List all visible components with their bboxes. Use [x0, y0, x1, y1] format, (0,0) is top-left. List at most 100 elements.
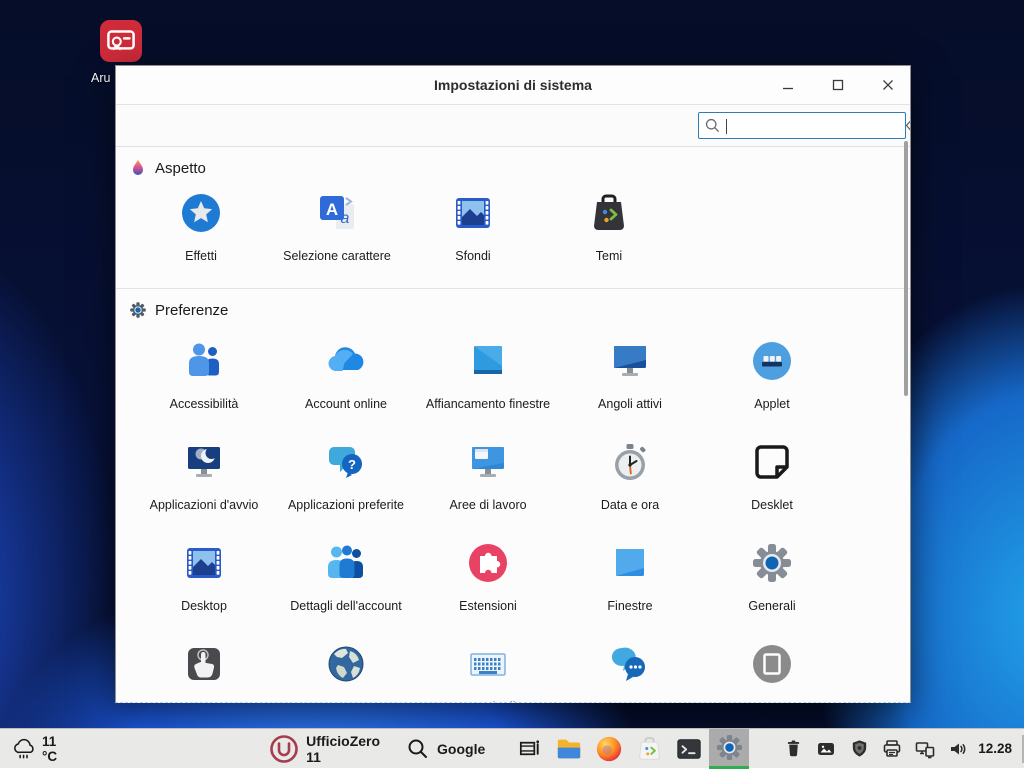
online-accounts-icon: [324, 339, 368, 383]
tile-label: Account online: [305, 388, 387, 420]
tile-themes[interactable]: Temi: [541, 191, 677, 272]
search-box[interactable]: [698, 112, 906, 139]
tile-label: Aree di lavoro: [449, 489, 526, 521]
tile-gestures[interactable]: [133, 642, 275, 703]
tile-label: Accessibilità: [170, 388, 239, 420]
trash-icon[interactable]: [781, 737, 805, 761]
tile-preferred-apps[interactable]: ?Applicazioni preferite: [275, 440, 417, 521]
input-method-icon: [466, 642, 510, 686]
menu-label: UfficioZero 11: [306, 733, 380, 765]
tile-accessibility[interactable]: Accessibilità: [133, 339, 275, 420]
color-droplet-icon: [129, 159, 147, 177]
taskbar-app-firefox[interactable]: [589, 729, 629, 769]
tile-input-method[interactable]: Metodo di: [417, 642, 559, 703]
search-icon: [704, 117, 721, 134]
languages-icon: [324, 642, 368, 686]
themes-icon: [587, 191, 631, 235]
account-details-icon: [324, 541, 368, 585]
image-viewer-icon[interactable]: [814, 737, 838, 761]
tile-grid-aspetto: Effetti aA Selezione carattere Sfondi Temi: [116, 191, 910, 272]
screensaver-icon: [750, 642, 794, 686]
tile-label: Desktop: [181, 590, 227, 622]
tile-font-select[interactable]: aA Selezione carattere: [269, 191, 405, 272]
applets-icon: [750, 339, 794, 383]
preferred-apps-icon: ?: [324, 440, 368, 484]
workspaces-icon: [466, 440, 510, 484]
tile-workspaces[interactable]: Aree di lavoro: [417, 440, 559, 521]
security-shield-icon[interactable]: [847, 737, 871, 761]
window-controls: [776, 66, 900, 104]
tile-label: Estensioni: [459, 590, 517, 622]
taskbar: 11 °C UfficioZero 11 Google 12.28: [0, 728, 1024, 768]
tile-notifications[interactable]: [559, 642, 701, 703]
tile-effects[interactable]: Effetti: [133, 191, 269, 272]
volume-icon[interactable]: [946, 737, 970, 761]
section-title: Preferenze: [155, 302, 228, 319]
section-header-aspetto: Aspetto: [129, 157, 910, 179]
tile-startup-apps[interactable]: Applicazioni d'avvio: [133, 440, 275, 521]
window-tiling-icon: [466, 339, 510, 383]
date-time-icon: [608, 440, 652, 484]
windows-icon: [608, 541, 652, 585]
titlebar[interactable]: Impostazioni di sistema: [116, 66, 910, 105]
font-select-icon: aA: [315, 191, 359, 235]
tile-label: Applicazioni d'avvio: [150, 489, 259, 521]
notifications-icon: [608, 642, 652, 686]
svg-text:?: ?: [348, 457, 356, 472]
tile-general[interactable]: Generali: [701, 541, 843, 622]
tile-label: Angoli attivi: [598, 388, 662, 420]
tile-label: Dettagli dell'account: [290, 590, 401, 622]
tile-label: Effetti: [185, 240, 217, 272]
tile-applets[interactable]: Applet: [701, 339, 843, 420]
section-title: Aspetto: [155, 160, 206, 177]
ufficiozero-logo-icon: [269, 734, 299, 764]
taskbar-app-terminal[interactable]: [669, 729, 709, 769]
maximize-button[interactable]: [826, 73, 850, 97]
tile-grid-preferenze: Accessibilità Account online Affiancamento…: [116, 339, 910, 703]
taskbar-app-workspace-switcher[interactable]: [509, 729, 549, 769]
startup-apps-icon: [182, 440, 226, 484]
tile-screensaver[interactable]: [701, 642, 843, 703]
settings-content: Aspetto Effetti aA Selezione carattere Sfond…: [116, 157, 910, 703]
taskbar-search-label: Google: [437, 741, 485, 757]
taskbar-app-file-manager[interactable]: [549, 729, 589, 769]
tile-label: Sfondi: [455, 240, 490, 272]
effects-icon: [179, 191, 223, 235]
tile-desktop[interactable]: Desktop: [133, 541, 275, 622]
backgrounds-icon: [451, 191, 495, 235]
tile-windows[interactable]: Finestre: [559, 541, 701, 622]
tile-account-details[interactable]: Dettagli dell'account: [275, 541, 417, 622]
aruba-key-icon: [100, 20, 142, 62]
taskbar-app-launchers: [509, 729, 749, 769]
window-title: Impostazioni di sistema: [434, 77, 592, 93]
rain-cloud-icon: [12, 737, 36, 761]
close-button[interactable]: [876, 73, 900, 97]
printer-icon[interactable]: [880, 737, 904, 761]
tile-date-time[interactable]: Data e ora: [559, 440, 701, 521]
taskbar-app-system-settings[interactable]: [709, 729, 749, 769]
weather-temp: 11 °C: [42, 734, 57, 764]
clear-search-icon[interactable]: [905, 118, 911, 133]
weather-applet[interactable]: 11 °C: [12, 734, 57, 764]
text-caret: [726, 119, 727, 134]
tile-hot-corners[interactable]: Angoli attivi: [559, 339, 701, 420]
tile-window-tiling[interactable]: Affiancamento finestre: [417, 339, 559, 420]
desklets-icon: [750, 440, 794, 484]
tile-label: Selezione carattere: [283, 240, 391, 272]
tile-desklets[interactable]: Desklet: [701, 440, 843, 521]
tile-backgrounds[interactable]: Sfondi: [405, 191, 541, 272]
search-input[interactable]: [721, 113, 905, 138]
taskbar-search-button[interactable]: Google: [406, 737, 485, 761]
tile-label: Generali: [748, 590, 795, 622]
network-icon[interactable]: [913, 737, 937, 761]
tile-online-accounts[interactable]: Account online: [275, 339, 417, 420]
desktop-icon: [182, 541, 226, 585]
search-row: [116, 105, 910, 147]
menu-button[interactable]: UfficioZero 11: [269, 733, 380, 765]
tile-extensions[interactable]: Estensioni: [417, 541, 559, 622]
tile-languages[interactable]: [275, 642, 417, 703]
clock[interactable]: 12.28: [978, 741, 1012, 756]
minimize-button[interactable]: [776, 73, 800, 97]
scrollbar-thumb[interactable]: [904, 141, 908, 396]
taskbar-app-software-store[interactable]: [629, 729, 669, 769]
